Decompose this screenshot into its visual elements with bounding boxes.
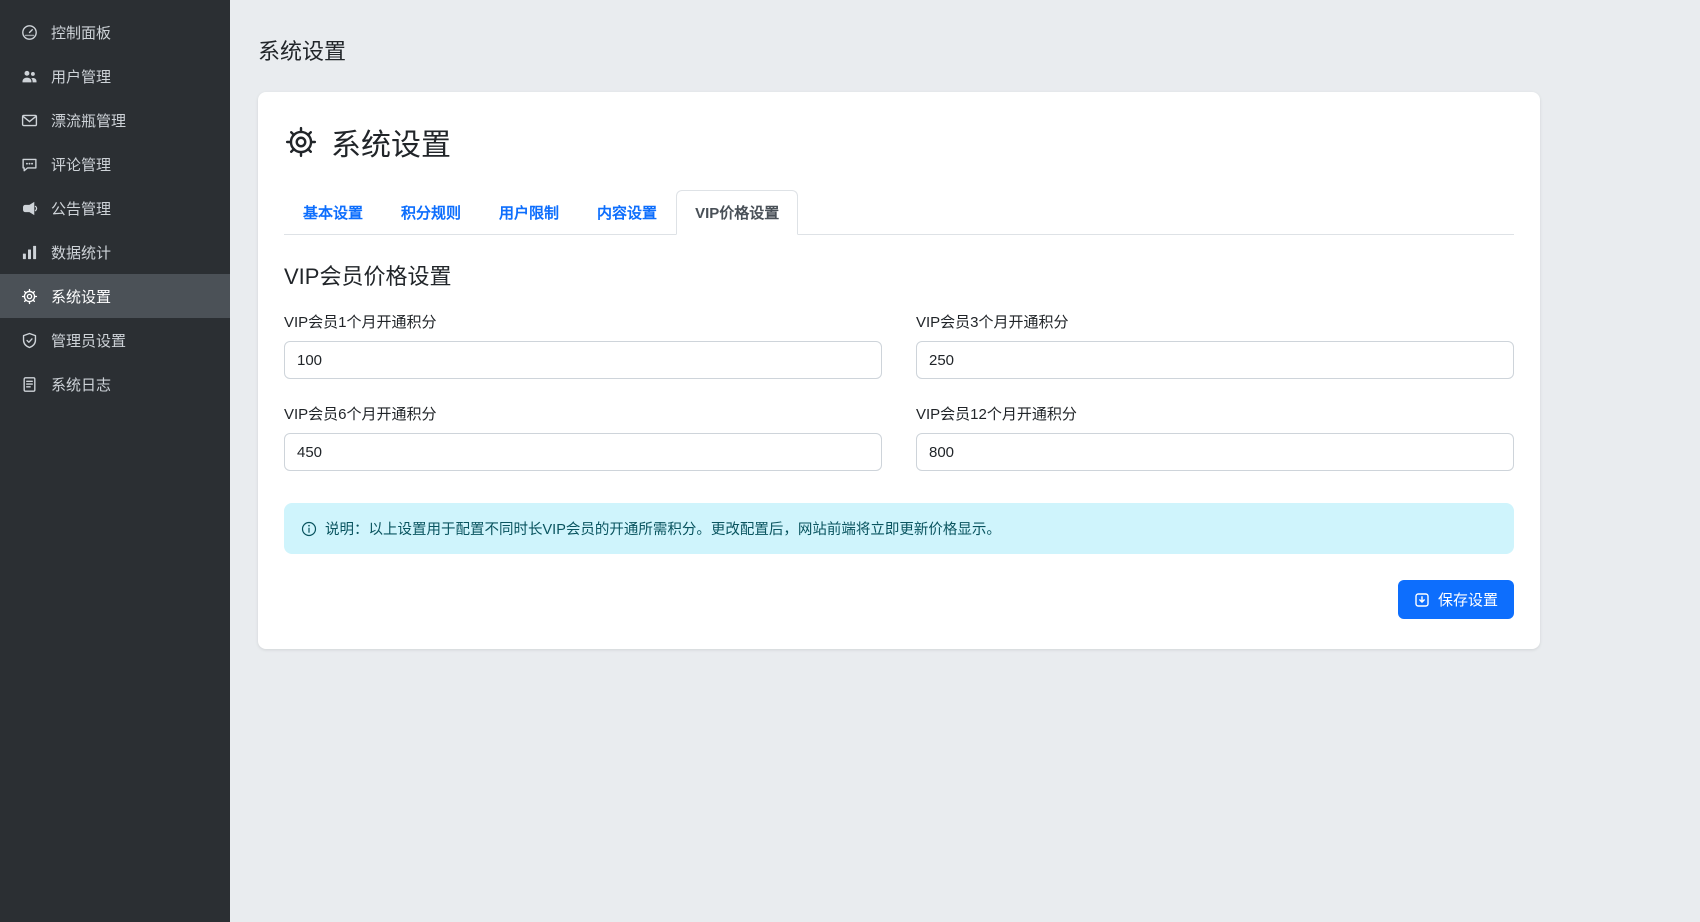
users-icon (21, 68, 38, 85)
sidebar-item-admin[interactable]: 管理员设置 (0, 318, 230, 362)
info-icon (301, 521, 317, 537)
field-vip-6month: VIP会员6个月开通积分 (284, 403, 882, 471)
info-alert: 说明：以上设置用于配置不同时长VIP会员的开通所需积分。更改配置后，网站前端将立… (284, 503, 1514, 554)
tab-content-settings[interactable]: 内容设置 (578, 190, 676, 235)
sidebar-item-label: 数据统计 (51, 242, 111, 263)
sidebar-item-label: 用户管理 (51, 66, 111, 87)
sidebar-item-settings[interactable]: 系统设置 (0, 274, 230, 318)
sidebar-item-users[interactable]: 用户管理 (0, 54, 230, 98)
vip-6month-input[interactable] (284, 433, 882, 471)
sidebar-item-dashboard[interactable]: 控制面板 (0, 10, 230, 54)
comment-icon (21, 156, 38, 173)
vip-3month-input[interactable] (916, 341, 1514, 379)
vip-6month-label: VIP会员6个月开通积分 (284, 403, 882, 424)
main-content: 系统设置 系统设置 基本设置 积分规则 用户限制 内容设置 VIP价格设置 VI… (230, 0, 1700, 922)
vip-12month-label: VIP会员12个月开通积分 (916, 403, 1514, 424)
sidebar-item-label: 管理员设置 (51, 330, 126, 351)
sidebar: 控制面板 用户管理 漂流瓶管理 评论管理 公告管理 (0, 0, 230, 922)
card-actions: 保存设置 (284, 580, 1514, 619)
vip-3month-label: VIP会员3个月开通积分 (916, 311, 1514, 332)
app-root: 控制面板 用户管理 漂流瓶管理 评论管理 公告管理 (0, 0, 1700, 922)
gear-icon (284, 125, 318, 159)
card-title: 系统设置 (331, 120, 451, 164)
tab-vip-price-settings[interactable]: VIP价格设置 (676, 190, 798, 235)
sidebar-item-label: 漂流瓶管理 (51, 110, 126, 131)
vip-price-form: VIP会员1个月开通积分 VIP会员3个月开通积分 VIP会员6个月开通积分 V… (284, 311, 1514, 471)
sidebar-item-label: 控制面板 (51, 22, 111, 43)
shield-icon (21, 332, 38, 349)
sidebar-item-announcements[interactable]: 公告管理 (0, 186, 230, 230)
dashboard-icon (21, 24, 38, 41)
save-button-label: 保存设置 (1438, 589, 1498, 610)
tab-basic-settings[interactable]: 基本设置 (284, 190, 382, 235)
journal-icon (21, 376, 38, 393)
tab-user-limits[interactable]: 用户限制 (480, 190, 578, 235)
sidebar-item-stats[interactable]: 数据统计 (0, 230, 230, 274)
card-title-row: 系统设置 (284, 120, 1514, 164)
envelope-icon (21, 112, 38, 129)
vip-12month-input[interactable] (916, 433, 1514, 471)
field-vip-3month: VIP会员3个月开通积分 (916, 311, 1514, 379)
sidebar-item-label: 公告管理 (51, 198, 111, 219)
settings-card: 系统设置 基本设置 积分规则 用户限制 内容设置 VIP价格设置 VIP会员价格… (258, 92, 1540, 649)
tab-bar: 基本设置 积分规则 用户限制 内容设置 VIP价格设置 (284, 190, 1514, 235)
gear-icon (21, 288, 38, 305)
field-vip-12month: VIP会员12个月开通积分 (916, 403, 1514, 471)
section-title: VIP会员价格设置 (284, 259, 1514, 291)
sidebar-item-bottles[interactable]: 漂流瓶管理 (0, 98, 230, 142)
vip-1month-label: VIP会员1个月开通积分 (284, 311, 882, 332)
sidebar-item-label: 系统设置 (51, 286, 111, 307)
vip-1month-input[interactable] (284, 341, 882, 379)
sidebar-item-logs[interactable]: 系统日志 (0, 362, 230, 406)
save-icon (1414, 592, 1430, 608)
info-alert-text: 说明：以上设置用于配置不同时长VIP会员的开通所需积分。更改配置后，网站前端将立… (325, 518, 1001, 539)
field-vip-1month: VIP会员1个月开通积分 (284, 311, 882, 379)
sidebar-item-label: 评论管理 (51, 154, 111, 175)
tab-points-rules[interactable]: 积分规则 (382, 190, 480, 235)
save-button[interactable]: 保存设置 (1398, 580, 1514, 619)
sidebar-item-label: 系统日志 (51, 374, 111, 395)
bar-chart-icon (21, 244, 38, 261)
page-title: 系统设置 (258, 34, 1540, 66)
megaphone-icon (21, 200, 38, 217)
sidebar-item-comments[interactable]: 评论管理 (0, 142, 230, 186)
